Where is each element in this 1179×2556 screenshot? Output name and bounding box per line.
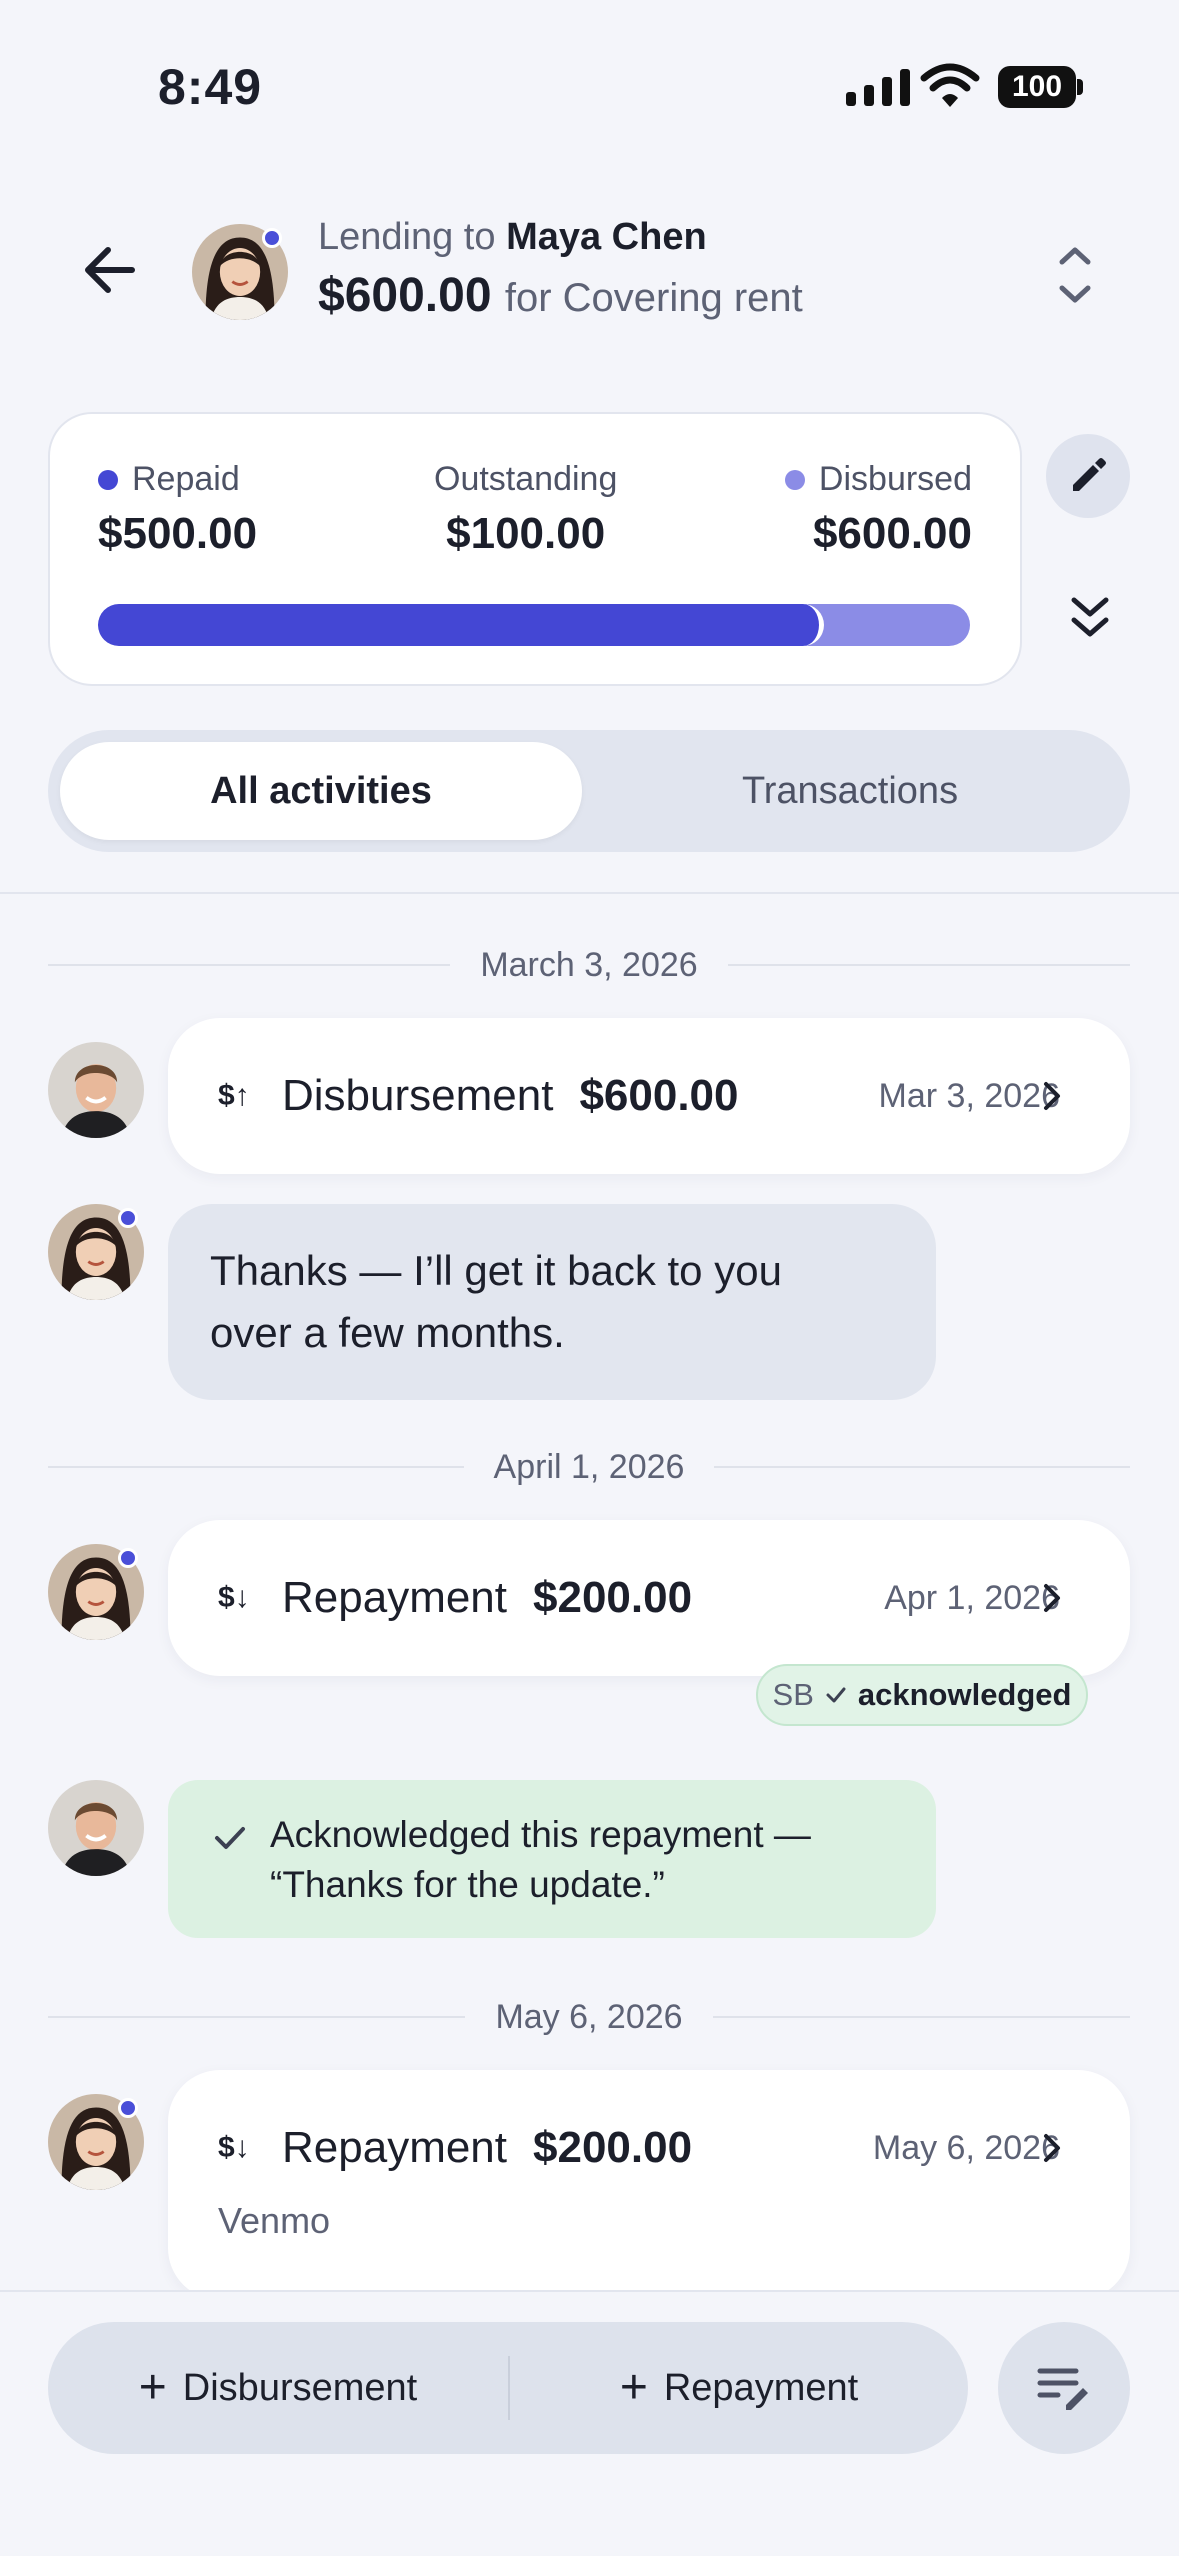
back-arrow-icon bbox=[85, 247, 135, 293]
back-button[interactable] bbox=[70, 230, 150, 310]
repaid-label: Repaid bbox=[132, 460, 240, 498]
chevron-right-icon bbox=[1044, 1584, 1060, 1612]
lender-avatar bbox=[48, 1780, 144, 1876]
online-indicator bbox=[118, 2098, 138, 2118]
activity-filter-tabs: All activities Transactions bbox=[48, 730, 1130, 852]
date-separator: April 1, 2026 bbox=[48, 1442, 1130, 1492]
acknowledgement-message: Acknowledged this repayment — “Thanks fo… bbox=[168, 1780, 936, 1938]
activity-amount: $600.00 bbox=[579, 1071, 739, 1120]
battery-icon: 100 bbox=[998, 66, 1076, 108]
chevron-right-icon bbox=[1044, 1082, 1060, 1110]
chevron-right-icon bbox=[1044, 2134, 1060, 2162]
add-activity-pill: + Disbursement + Repayment bbox=[48, 2322, 968, 2454]
repayment-progress-bar bbox=[98, 604, 970, 646]
loan-summary-line: $600.00 for Covering rent bbox=[318, 268, 803, 323]
repayment-card[interactable]: $↓ Repayment $200.00 May 6, 2026 Venmo bbox=[168, 2070, 1130, 2300]
plus-icon: + bbox=[138, 2361, 167, 2414]
battery-tip bbox=[1077, 79, 1083, 95]
payment-method: Venmo bbox=[218, 2200, 331, 2241]
repayment-progress-fill bbox=[98, 604, 825, 646]
tab-transactions[interactable]: Transactions bbox=[582, 742, 1118, 840]
message-bubble: Thanks — I’ll get it back to you over a … bbox=[168, 1204, 936, 1400]
disbursed-legend-dot bbox=[784, 469, 805, 490]
tab-all-activities[interactable]: All activities bbox=[60, 742, 582, 840]
acknowledged-label: acknowledged bbox=[857, 1677, 1072, 1712]
lending-to-label: Lending to Maya Chen bbox=[318, 216, 707, 258]
add-repayment-button[interactable]: + Repayment bbox=[510, 2322, 968, 2454]
activity-amount: $200.00 bbox=[533, 1573, 693, 1622]
outstanding-label: Outstanding bbox=[434, 460, 618, 498]
check-icon bbox=[215, 1827, 245, 1849]
signal-icon bbox=[846, 66, 910, 106]
loan-amount: $600.00 bbox=[318, 269, 492, 322]
outstanding-value: $100.00 bbox=[446, 509, 606, 558]
online-indicator bbox=[118, 1208, 138, 1228]
expand-collapse-icon[interactable] bbox=[1050, 240, 1100, 310]
check-icon bbox=[826, 1687, 846, 1703]
compose-note-button[interactable] bbox=[998, 2322, 1130, 2454]
repayment-icon: $↓ bbox=[218, 1581, 250, 1614]
loan-purpose: for Covering rent bbox=[504, 276, 803, 320]
activity-amount: $200.00 bbox=[533, 2123, 693, 2172]
loan-summary-card: Repaid $500.00 Outstanding $100.00 Disbu… bbox=[48, 412, 1022, 686]
acknowledger-initials: SB bbox=[772, 1677, 814, 1712]
divider bbox=[0, 892, 1179, 894]
online-indicator bbox=[262, 228, 282, 248]
date-separator: May 6, 2026 bbox=[48, 1992, 1130, 2042]
pencil-icon bbox=[1073, 458, 1106, 491]
repaid-stat: Repaid $500.00 bbox=[98, 460, 257, 559]
edit-loan-button[interactable] bbox=[1046, 434, 1130, 518]
borrower-name: Maya Chen bbox=[506, 216, 707, 258]
activity-type: Repayment bbox=[282, 1573, 508, 1622]
repayment-card[interactable]: $↓ Repayment $200.00 Apr 1, 2026 bbox=[168, 1520, 1130, 1676]
activity-type: Disbursement bbox=[282, 1071, 554, 1120]
wifi-icon bbox=[920, 63, 980, 107]
disbursement-card[interactable]: $↑ Disbursement $600.00 Mar 3, 2026 bbox=[168, 1018, 1130, 1174]
acknowledged-badge: SB acknowledged bbox=[756, 1664, 1088, 1726]
repaid-legend-dot bbox=[98, 469, 118, 490]
disbursed-label: Disbursed bbox=[818, 460, 972, 498]
disbursement-icon: $↑ bbox=[218, 1079, 250, 1112]
plus-icon: + bbox=[619, 2361, 648, 2414]
double-chevron-down-icon[interactable] bbox=[1062, 590, 1118, 646]
repayment-icon: $↓ bbox=[218, 2131, 250, 2164]
add-disbursement-button[interactable]: + Disbursement bbox=[48, 2322, 508, 2454]
disbursed-stat: Disbursed $600.00 bbox=[784, 460, 972, 559]
date-separator: March 3, 2026 bbox=[48, 940, 1131, 990]
lender-avatar bbox=[48, 1042, 144, 1138]
status-time: 8:49 bbox=[158, 59, 263, 115]
disbursed-value: $600.00 bbox=[812, 509, 972, 558]
repaid-value: $500.00 bbox=[98, 509, 258, 558]
compose-note-icon bbox=[1037, 2368, 1088, 2410]
online-indicator bbox=[118, 1548, 138, 1568]
activity-type: Repayment bbox=[282, 2123, 508, 2172]
outstanding-stat: Outstanding $100.00 bbox=[434, 460, 617, 559]
